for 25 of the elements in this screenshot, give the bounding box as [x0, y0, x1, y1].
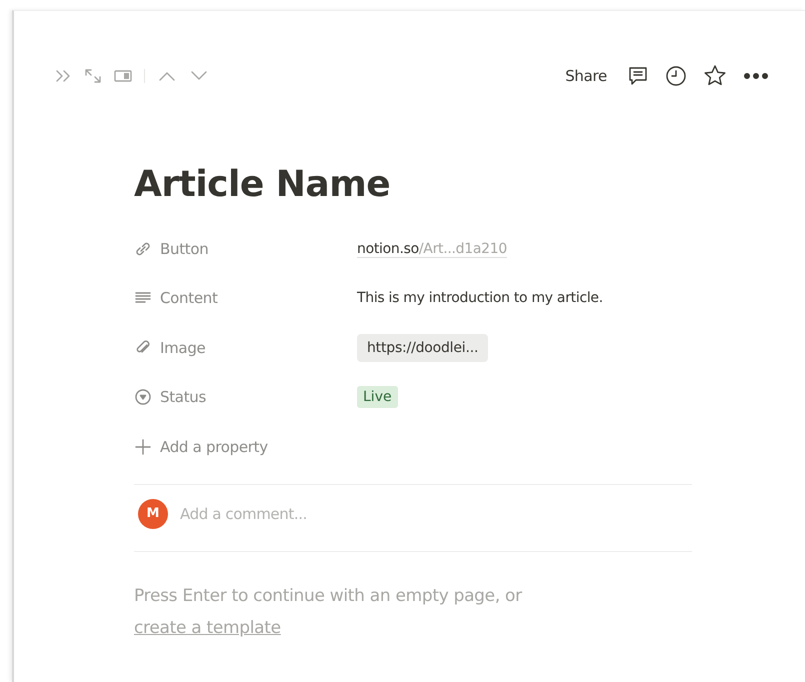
- double-chevron-icon[interactable]: [54, 69, 72, 83]
- more-icon[interactable]: [743, 72, 769, 80]
- property-label[interactable]: Image: [160, 338, 206, 357]
- clock-icon[interactable]: [665, 65, 687, 87]
- property-label[interactable]: Status: [160, 388, 206, 406]
- status-tag: Live: [357, 386, 398, 408]
- status-icon: [134, 388, 152, 406]
- share-button[interactable]: Share: [561, 65, 611, 87]
- expand-icon[interactable]: [84, 68, 102, 84]
- property-label[interactable]: Content: [160, 289, 218, 308]
- side-panel-icon[interactable]: [114, 69, 132, 83]
- property-label[interactable]: Button: [160, 240, 208, 258]
- star-icon[interactable]: [703, 64, 727, 88]
- avatar: M: [138, 498, 168, 529]
- plus-icon[interactable]: [134, 438, 152, 456]
- url-link[interactable]: notion.so/Art...d1a210: [357, 240, 507, 258]
- hint-text: Press Enter to continue with an empty page, or: [134, 584, 524, 608]
- file-chip[interactable]: https://doodlei...: [357, 334, 488, 362]
- add-property-button[interactable]: Add a property: [160, 438, 268, 456]
- property-value: This is my introduction to my article.: [357, 290, 603, 306]
- template-link[interactable]: create a template: [134, 618, 281, 638]
- chevron-up-icon[interactable]: [157, 70, 177, 82]
- comment-icon[interactable]: [627, 65, 649, 87]
- page-title: Article Name: [134, 163, 392, 206]
- chevron-down-icon[interactable]: [189, 70, 209, 82]
